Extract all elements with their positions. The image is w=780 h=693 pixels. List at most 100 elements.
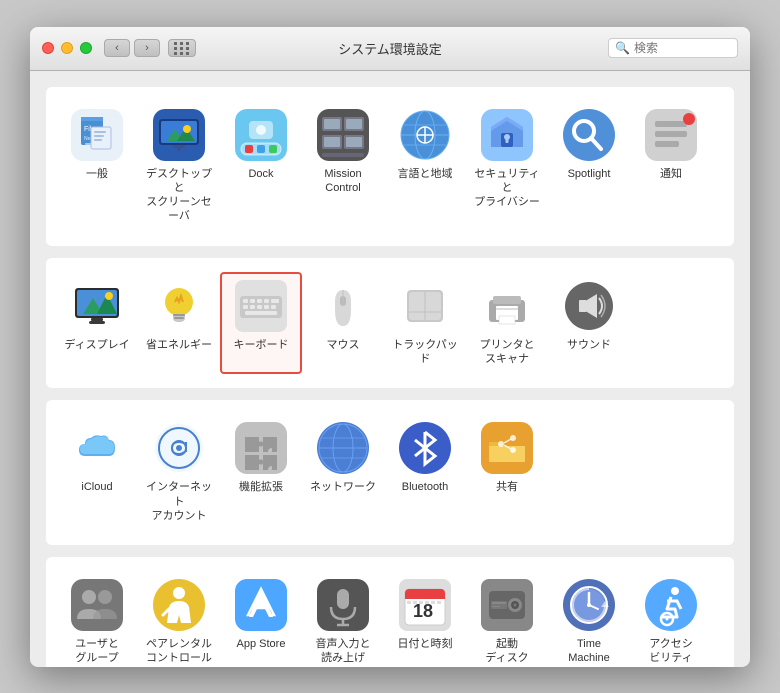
access-icon [645,579,697,631]
energy-icon [153,280,205,332]
keyboard-icon [235,280,287,332]
sharing-icon [481,422,533,474]
search-input[interactable] [634,41,731,55]
icon-item-general[interactable]: File New 一般 [56,101,138,232]
parental-label: ペアレンタルコントロール [146,637,212,666]
language-icon [399,109,451,161]
section-internet: iCloud インターネットアカウン [46,400,734,545]
icon-item-spotlight[interactable]: Spotlight [548,101,630,232]
icloud-icon [71,422,123,474]
datetime-icon: 18 [399,579,451,631]
icon-item-sharing[interactable]: 共有 [466,414,548,531]
icon-item-speech[interactable]: 音声入力と読み上げ [302,571,384,666]
mouse-label: マウス [327,338,360,352]
trackpad-icon [399,280,451,332]
network-label: ネットワーク [310,480,376,494]
icon-item-bluetooth[interactable]: Bluetooth [384,414,466,531]
icon-item-network[interactable]: ネットワーク [302,414,384,531]
titlebar: ‹ › システム環境設定 🔍 [30,27,750,71]
mission-icon [317,109,369,161]
sharing-label: 共有 [496,480,518,494]
sound-label: サウンド [567,338,611,352]
notify-icon [645,109,697,161]
search-box[interactable]: 🔍 [608,38,738,58]
maximize-button[interactable] [80,42,92,54]
energy-label: 省エネルギー [146,338,212,352]
internet-icon [153,422,205,474]
icon-item-timemachine[interactable]: TimeMachine [548,571,630,666]
window-title: システム環境設定 [338,39,442,58]
datetime-label: 日付と時刻 [398,637,453,651]
icon-item-keyboard[interactable]: キーボード [220,272,302,375]
icon-item-printer[interactable]: プリンタとスキャナ [466,272,548,375]
forward-button[interactable]: › [134,39,160,57]
hardware-grid: ディスプレイ 省エネルギー [56,272,724,375]
startup-icon [481,579,533,631]
spotlight-label: Spotlight [568,167,611,181]
general-icon: File New [71,109,123,161]
timemachine-label: TimeMachine [568,637,610,666]
icloud-label: iCloud [81,480,112,494]
section-system: ユーザとグループ ペアレンタルコントロール [46,557,734,666]
icon-item-startup[interactable]: 起動ディスク [466,571,548,666]
icon-item-mission[interactable]: MissionControl [302,101,384,232]
trackpad-label: トラックパッド [388,338,462,367]
icon-item-display[interactable]: ディスプレイ [56,272,138,375]
bluetooth-label: Bluetooth [402,480,448,494]
icon-item-sound[interactable]: サウンド [548,272,630,375]
dock-label: Dock [248,167,273,181]
icon-item-parental[interactable]: ペアレンタルコントロール [138,571,220,666]
minimize-button[interactable] [61,42,73,54]
startup-label: 起動ディスク [485,637,528,666]
keyboard-label: キーボード [234,338,289,352]
icon-item-language[interactable]: 言語と地域 [384,101,466,232]
traffic-lights [42,42,92,54]
main-window: ‹ › システム環境設定 🔍 [30,27,750,667]
personal-grid: File New 一般 [56,101,724,232]
sound-icon [563,280,615,332]
icon-item-energy[interactable]: 省エネルギー [138,272,220,375]
general-label: 一般 [86,167,108,181]
access-label: アクセシビリティ [649,637,692,666]
icon-item-trackpad[interactable]: トラックパッド [384,272,466,375]
extension-label: 機能拡張 [239,480,283,494]
parental-icon [153,579,205,631]
notify-label: 通知 [660,167,682,181]
icon-item-notify[interactable]: 通知 [630,101,712,232]
icon-item-appstore[interactable]: App Store [220,571,302,666]
desktop-icon [153,109,205,161]
search-icon: 🔍 [615,41,630,55]
icon-item-desktop[interactable]: デスクトップとスクリーンセーバ [138,101,220,232]
speech-icon [317,579,369,631]
icon-item-extension[interactable]: 機能拡張 [220,414,302,531]
system-grid: ユーザとグループ ペアレンタルコントロール [56,571,724,666]
icon-item-internet[interactable]: インターネットアカウント [138,414,220,531]
desktop-label: デスクトップとスクリーンセーバ [142,167,216,224]
content-area: File New 一般 [30,71,750,667]
mission-label: MissionControl [324,167,361,196]
icon-item-mouse[interactable]: マウス [302,272,384,375]
grid-view-button[interactable] [168,39,196,57]
icon-item-icloud[interactable]: iCloud [56,414,138,531]
timemachine-icon [563,579,615,631]
icon-item-datetime[interactable]: 18 日付と時刻 [384,571,466,666]
mouse-icon [317,280,369,332]
section-hardware: ディスプレイ 省エネルギー [46,258,734,389]
internet-grid: iCloud インターネットアカウン [56,414,724,531]
icon-item-users[interactable]: ユーザとグループ [56,571,138,666]
icon-item-dock[interactable]: Dock [220,101,302,232]
nav-buttons: ‹ › [104,39,160,57]
security-label: セキュリティとプライバシー [470,167,544,210]
icon-item-access[interactable]: アクセシビリティ [630,571,712,666]
dock-icon [235,109,287,161]
bluetooth-icon [399,422,451,474]
appstore-icon [235,579,287,631]
section-personal: File New 一般 [46,87,734,246]
back-button[interactable]: ‹ [104,39,130,57]
users-label: ユーザとグループ [75,637,119,666]
icon-item-security[interactable]: セキュリティとプライバシー [466,101,548,232]
security-icon [481,109,533,161]
display-icon [71,280,123,332]
close-button[interactable] [42,42,54,54]
users-icon [71,579,123,631]
